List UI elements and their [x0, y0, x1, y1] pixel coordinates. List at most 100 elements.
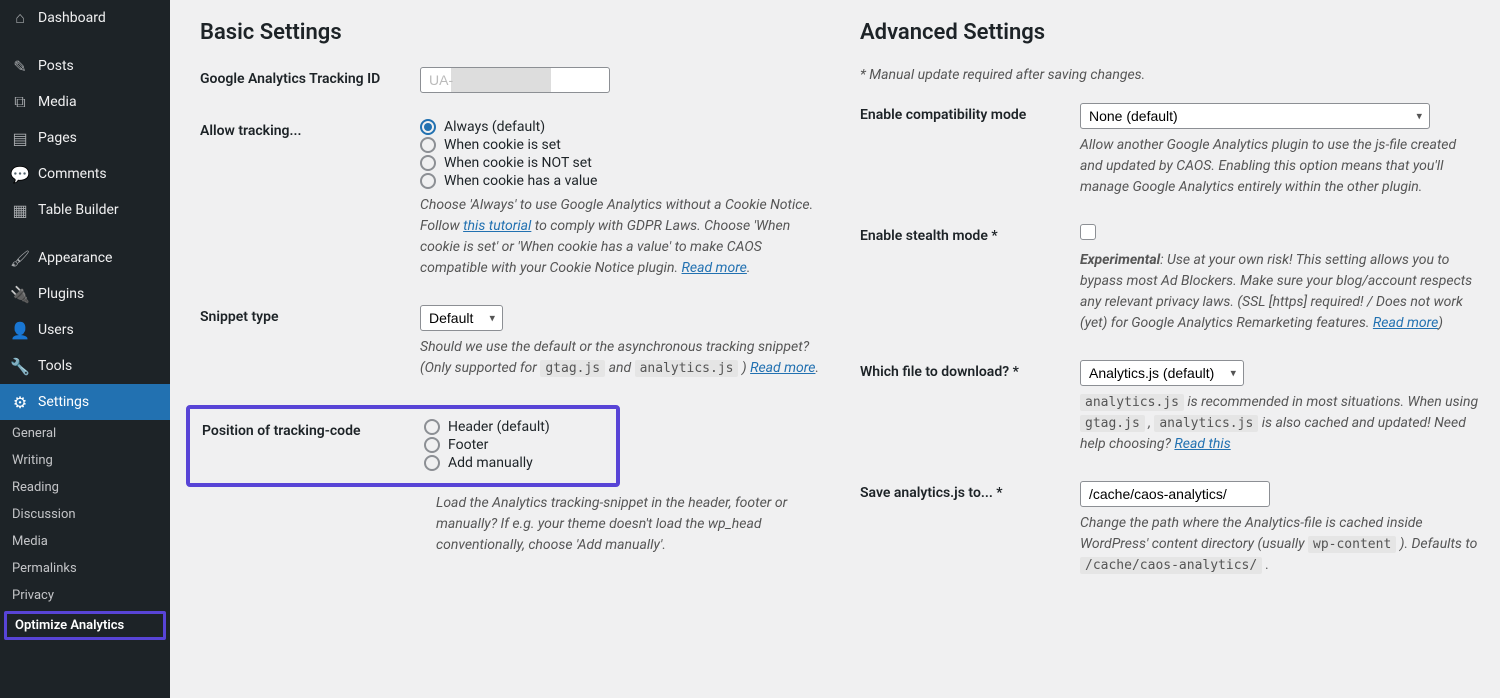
settings-icon: ⚙	[10, 392, 30, 412]
submenu-media[interactable]: Media	[0, 528, 170, 555]
submenu-privacy[interactable]: Privacy	[0, 582, 170, 609]
sidebar-item-tools[interactable]: 🔧 Tools	[0, 348, 170, 384]
sidebar-item-label: Comments	[38, 166, 107, 182]
manual-update-note: * Manual update required after saving ch…	[860, 67, 1480, 83]
snippet-type-select[interactable]: Default	[420, 305, 503, 331]
radio-label: When cookie is NOT set	[444, 155, 592, 171]
snippet-type-desc: Should we use the default or the asynchr…	[420, 337, 820, 379]
plugins-icon: 🔌	[10, 284, 30, 304]
sidebar-item-dashboard[interactable]: ⌂Dashboard	[0, 0, 170, 36]
advanced-settings-heading: Advanced Settings	[860, 20, 1480, 45]
read-more-link[interactable]: Read more	[750, 360, 815, 376]
allow-tracking-cookie-value[interactable]: When cookie has a value	[420, 173, 820, 189]
radio-icon	[424, 455, 440, 471]
table-icon: ▦	[10, 200, 30, 220]
radio-label: Footer	[448, 437, 488, 453]
position-label: Position of tracking-code	[202, 419, 424, 439]
tracking-id-input[interactable]	[420, 67, 610, 93]
pages-icon: ▤	[10, 128, 30, 148]
position-highlight-box: Position of tracking-code Header (defaul…	[186, 405, 620, 487]
code-text: gtag.js	[1080, 415, 1145, 432]
read-more-link[interactable]: Read more	[1373, 315, 1438, 331]
tools-icon: 🔧	[10, 356, 30, 376]
advanced-settings-column: Advanced Settings * Manual update requir…	[860, 20, 1480, 602]
position-footer[interactable]: Footer	[424, 437, 604, 453]
media-icon: ⧉	[10, 92, 30, 112]
sidebar-item-label: Media	[38, 94, 77, 110]
submenu-reading[interactable]: Reading	[0, 474, 170, 501]
radio-icon	[420, 155, 436, 171]
code-text: /cache/caos-analytics/	[1080, 557, 1262, 574]
read-this-link[interactable]: Read this	[1174, 436, 1230, 452]
sidebar-item-appearance[interactable]: 🖌 Appearance	[0, 240, 170, 276]
compat-desc: Allow another Google Analytics plugin to…	[1080, 135, 1480, 198]
sidebar-item-table-builder[interactable]: ▦ Table Builder	[0, 192, 170, 228]
submenu-permalinks[interactable]: Permalinks	[0, 555, 170, 582]
sidebar-item-media[interactable]: ⧉ Media	[0, 84, 170, 120]
compat-select[interactable]: None (default)	[1080, 103, 1430, 129]
radio-label: Header (default)	[448, 419, 550, 435]
position-manual[interactable]: Add manually	[424, 455, 604, 471]
basic-settings-heading: Basic Settings	[200, 20, 820, 45]
code-text: analytics.js	[1154, 415, 1258, 432]
sidebar-item-label: Settings	[38, 394, 89, 410]
save-path-desc: Change the path where the Analytics-file…	[1080, 513, 1480, 576]
tutorial-link[interactable]: this tutorial	[463, 218, 531, 234]
sidebar-item-label: Appearance	[38, 250, 112, 266]
submenu-writing[interactable]: Writing	[0, 447, 170, 474]
comments-icon: 💬	[10, 164, 30, 184]
allow-tracking-always[interactable]: Always (default)	[420, 119, 820, 135]
basic-settings-column: Basic Settings Google Analytics Tracking…	[200, 20, 820, 602]
sidebar-item-label: Plugins	[38, 286, 84, 302]
radio-label: Always (default)	[444, 119, 545, 135]
radio-icon	[424, 437, 440, 453]
submenu-general[interactable]: General	[0, 420, 170, 447]
tracking-id-label: Google Analytics Tracking ID	[200, 67, 420, 87]
radio-icon	[420, 137, 436, 153]
submenu-discussion[interactable]: Discussion	[0, 501, 170, 528]
stealth-checkbox[interactable]	[1080, 224, 1096, 240]
radio-label: When cookie has a value	[444, 173, 597, 189]
position-header[interactable]: Header (default)	[424, 419, 604, 435]
sidebar-item-posts[interactable]: ✎ Posts	[0, 48, 170, 84]
stealth-label: Enable stealth mode *	[860, 224, 1080, 244]
sidebar-item-settings[interactable]: ⚙ Settings	[0, 384, 170, 420]
sidebar-item-label: Pages	[38, 130, 77, 146]
submenu-optimize-analytics[interactable]: Optimize Analytics	[4, 611, 166, 640]
dashboard-icon: ⌂	[10, 8, 30, 28]
allow-tracking-label: Allow tracking...	[200, 119, 420, 139]
position-desc: Load the Analytics tracking-snippet in t…	[436, 493, 820, 556]
file-desc: analytics.js is recommended in most situ…	[1080, 392, 1480, 455]
snippet-type-label: Snippet type	[200, 305, 420, 325]
sidebar-item-label: Posts	[38, 58, 74, 74]
save-path-input[interactable]	[1080, 481, 1270, 507]
sidebar-item-comments[interactable]: 💬 Comments	[0, 156, 170, 192]
radio-icon	[420, 173, 436, 189]
radio-label: Add manually	[448, 455, 533, 471]
appearance-icon: 🖌	[10, 248, 30, 268]
read-more-link[interactable]: Read more	[682, 260, 747, 276]
compat-label: Enable compatibility mode	[860, 103, 1080, 123]
allow-tracking-cookie-set[interactable]: When cookie is set	[420, 137, 820, 153]
admin-sidebar: ⌂Dashboard ✎ Posts ⧉ Media ▤ Pages 💬 Comment…	[0, 0, 170, 698]
sidebar-item-label: Users	[38, 322, 74, 338]
file-select[interactable]: Analytics.js (default)	[1080, 360, 1244, 386]
allow-tracking-cookie-not-set[interactable]: When cookie is NOT set	[420, 155, 820, 171]
sidebar-item-label: Table Builder	[38, 202, 119, 218]
sidebar-item-pages[interactable]: ▤ Pages	[0, 120, 170, 156]
radio-label: When cookie is set	[444, 137, 561, 153]
code-text: analytics.js	[1080, 394, 1184, 411]
code-text: wp-content	[1308, 536, 1396, 553]
radio-icon	[424, 419, 440, 435]
posts-icon: ✎	[10, 56, 30, 76]
sidebar-item-users[interactable]: 👤 Users	[0, 312, 170, 348]
file-label: Which file to download? *	[860, 360, 1080, 380]
radio-icon	[420, 119, 436, 135]
code-text: analytics.js	[635, 360, 739, 377]
save-path-label: Save analytics.js to... *	[860, 481, 1080, 501]
sidebar-item-plugins[interactable]: 🔌 Plugins	[0, 276, 170, 312]
sidebar-item-label: Tools	[38, 358, 72, 374]
allow-tracking-desc: Choose 'Always' to use Google Analytics …	[420, 195, 820, 279]
users-icon: 👤	[10, 320, 30, 340]
code-text: gtag.js	[540, 360, 605, 377]
